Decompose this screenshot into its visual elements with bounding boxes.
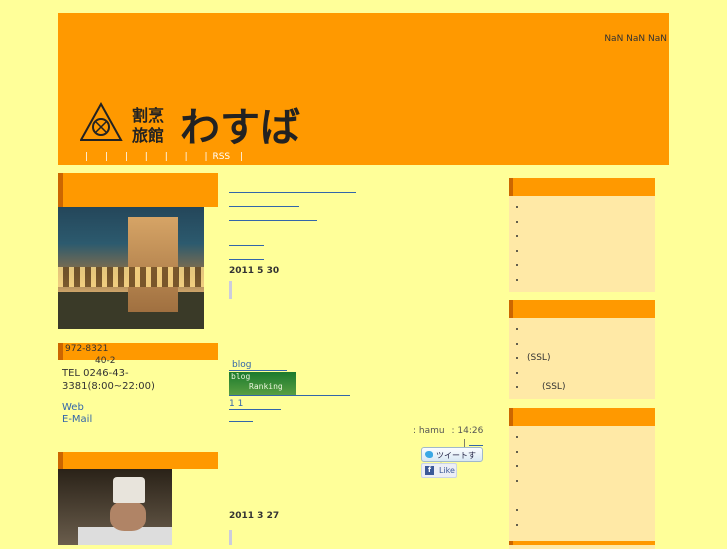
sidebar-box-1 bbox=[509, 178, 655, 292]
ranking-underline bbox=[229, 395, 350, 396]
sidebar-item[interactable] bbox=[527, 229, 655, 244]
post-date: 2011 5 30 bbox=[229, 266, 280, 276]
blockquote-bar bbox=[229, 281, 232, 299]
ryokan-building-photo bbox=[58, 207, 204, 329]
sidebar-box-header bbox=[509, 408, 655, 426]
tweet-button[interactable]: ツイートする bbox=[421, 447, 483, 471]
postal-code: 972-8321 bbox=[65, 344, 109, 354]
web-link[interactable]: Web bbox=[62, 402, 84, 413]
chef-section-header bbox=[58, 452, 218, 469]
sidebar-item[interactable] bbox=[527, 200, 655, 215]
sidebar-item[interactable] bbox=[527, 445, 655, 460]
post-time: : 14:26 bbox=[451, 426, 484, 436]
main-nav: | | | | | | | RSS | bbox=[78, 152, 250, 162]
nav-separator: | bbox=[164, 152, 168, 162]
sidebar-box-header bbox=[509, 178, 655, 196]
entry-link[interactable] bbox=[229, 250, 264, 260]
post-title-link[interactable] bbox=[229, 183, 356, 193]
sidebar-box-header bbox=[509, 300, 655, 318]
sidebar-box-2: (SSL) (SSL) bbox=[509, 300, 655, 399]
blog-ranking-box: blog blog Ranking 1 1 bbox=[229, 360, 350, 422]
address-block: 972-8321 40-2 TEL 0246-43-3381(8:00~22:0… bbox=[58, 343, 218, 426]
like-label: Like bbox=[439, 466, 455, 475]
svg-text:割烹: 割烹 bbox=[132, 106, 164, 125]
category-link[interactable] bbox=[229, 197, 299, 207]
sidebar-item[interactable] bbox=[527, 258, 655, 273]
sidebar-box-header bbox=[509, 541, 655, 545]
nav-separator: | bbox=[204, 152, 208, 162]
twitter-bird-icon bbox=[425, 451, 433, 458]
sidebar-item[interactable] bbox=[527, 273, 655, 288]
ranking-sub-link[interactable]: 1 1 bbox=[229, 399, 281, 410]
phone-number: TEL 0246-43-3381(8:00~22:00) bbox=[62, 368, 155, 392]
main-content: 2011 5 30 bbox=[229, 183, 484, 299]
entry-link[interactable] bbox=[229, 236, 264, 246]
nav-separator: | bbox=[184, 152, 188, 162]
svg-text:わすば: わすば bbox=[180, 104, 300, 151]
sidebar-item[interactable] bbox=[527, 244, 655, 259]
sidebar-item[interactable] bbox=[527, 322, 655, 337]
address-number: 40-2 bbox=[95, 356, 116, 366]
nav-rss-link[interactable]: RSS bbox=[212, 152, 230, 162]
nav-separator: | bbox=[124, 152, 128, 162]
nav-separator: | bbox=[144, 152, 148, 162]
ranking-banner-bottom: Ranking bbox=[249, 382, 283, 391]
left-column: 972-8321 40-2 TEL 0246-43-3381(8:00~22:0… bbox=[58, 173, 218, 545]
sidebar-spacer bbox=[527, 488, 655, 503]
sidebar-item[interactable] bbox=[527, 430, 655, 445]
facebook-like-button[interactable]: f Like bbox=[421, 463, 457, 478]
sidebar-item[interactable] bbox=[527, 215, 655, 230]
nav-separator: | bbox=[240, 152, 244, 162]
blockquote-bar bbox=[229, 530, 232, 545]
svg-text:旅館: 旅館 bbox=[132, 126, 164, 145]
sidebar-item[interactable] bbox=[527, 474, 655, 489]
site-logo[interactable]: 割烹 旅館 わすば bbox=[79, 101, 330, 151]
ranking-banner-top: blog bbox=[231, 372, 251, 381]
sidebar-item-ssl[interactable]: (SSL) bbox=[527, 351, 655, 366]
sidebar-item[interactable] bbox=[527, 518, 655, 533]
site-header: NaN NaN NaN 割烹 旅館 わすば | | | | | | | RSS … bbox=[58, 13, 669, 165]
post-date: 2011 3 27 bbox=[229, 511, 280, 521]
chef-photo bbox=[58, 469, 172, 545]
tag-link[interactable] bbox=[229, 211, 317, 221]
sidebar-item[interactable] bbox=[527, 366, 655, 381]
sidebar-item[interactable] bbox=[527, 503, 655, 518]
header-date: NaN NaN NaN bbox=[604, 34, 667, 44]
comment-link[interactable] bbox=[468, 437, 483, 446]
post-author: : hamu bbox=[413, 426, 445, 436]
blog-ranking-banner[interactable]: blog Ranking bbox=[229, 372, 296, 396]
logo-icon: 割烹 旅館 わすば bbox=[79, 101, 300, 151]
sidebar-item[interactable] bbox=[527, 459, 655, 474]
nav-separator: | bbox=[85, 152, 89, 162]
ranking-more-link[interactable] bbox=[229, 411, 253, 422]
left-section-header bbox=[58, 173, 218, 207]
email-link[interactable]: E-Mail bbox=[62, 414, 92, 425]
sidebar-item-ssl[interactable]: (SSL) bbox=[527, 380, 655, 395]
blog-link[interactable]: blog bbox=[229, 360, 287, 371]
sidebar-item[interactable] bbox=[527, 337, 655, 352]
sidebar-box-3 bbox=[509, 408, 655, 549]
nav-separator: | bbox=[104, 152, 108, 162]
facebook-icon: f bbox=[425, 466, 434, 475]
post-meta: : hamu : 14:26 | bbox=[413, 426, 483, 449]
